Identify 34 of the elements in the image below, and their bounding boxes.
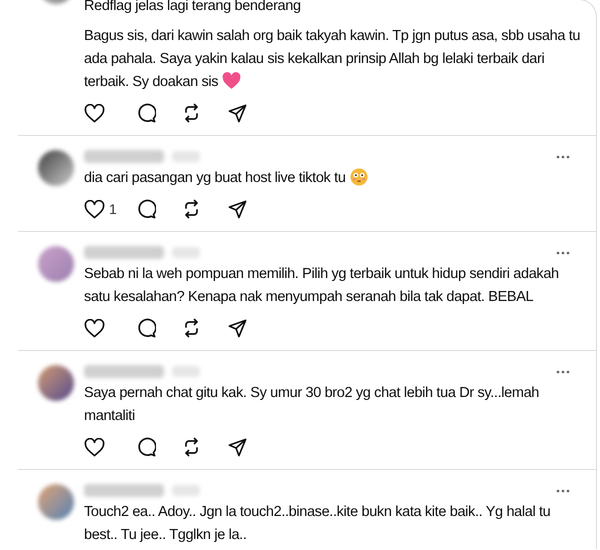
share-icon[interactable] [228, 318, 247, 338]
blurred-timestamp [172, 484, 200, 496]
like-icon[interactable] [84, 318, 105, 338]
comment-text: Bagus sis, dari kawin salah org baik takyah kawin. Tp jgn putus asa, sbb usaha tu ada pahala. Saya yakin kalau sis kekalkan prinsip Allah bg lelaki terbaik dari terbaik. Sy doakan sis [84, 28, 580, 90]
like-icon[interactable] [84, 438, 105, 456]
repost-icon[interactable] [182, 103, 201, 123]
comment-icon[interactable] [136, 103, 156, 123]
like-icon[interactable] [84, 104, 105, 122]
comment-icon[interactable] [136, 199, 156, 219]
blurred-timestamp [172, 366, 200, 376]
avatar[interactable] [38, 150, 74, 186]
comment-text: Touch2 ea.. Adoy.. Jgn la touch2..binase..kite bukn kata kite baik.. Yg halal tu best.. Tu jee.. Tgglkn je la.. [84, 504, 550, 543]
avatar[interactable] [38, 484, 74, 520]
blurred-timestamp [172, 246, 200, 258]
avatar[interactable] [38, 246, 74, 282]
comment-text: dia cari pasangan yg buat host live tiktok tu [84, 170, 346, 186]
like-count: 1 [109, 200, 117, 218]
more-icon[interactable] [556, 251, 570, 255]
repost-icon[interactable] [182, 318, 201, 338]
share-icon[interactable] [228, 438, 247, 456]
repost-icon[interactable] [182, 437, 201, 457]
comment-icon[interactable] [136, 437, 156, 457]
avatar[interactable] [38, 365, 74, 401]
more-icon[interactable] [556, 370, 570, 374]
share-icon[interactable] [228, 104, 247, 122]
more-icon[interactable] [556, 489, 570, 493]
like-icon[interactable] [84, 200, 105, 218]
comment-text: Sebab ni la weh pompuan memilih. Pilih yg terbaik untuk hidup sendiri adakah satu kesalahan? Kenapa nak menyumpah seranah bila tak dapat. BEBAL [84, 266, 559, 305]
blurred-timestamp [172, 150, 200, 162]
share-icon[interactable] [228, 200, 247, 218]
comment-text: Saya pernah chat gitu kak. Sy umur 30 bro2 yg chat lebih tua Dr sy...lemah mantaliti [84, 385, 540, 424]
repost-icon[interactable] [182, 199, 201, 219]
comment-icon[interactable] [136, 318, 156, 338]
more-icon[interactable] [556, 155, 570, 159]
